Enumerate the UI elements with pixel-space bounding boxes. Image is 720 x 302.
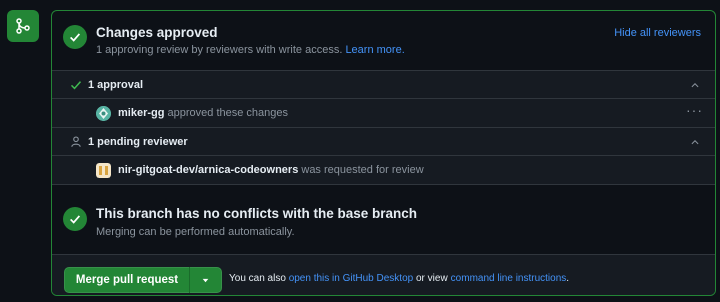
conflicts-section: This branch has no conflicts with the ba… [52, 185, 715, 255]
approvals-toggle[interactable]: 1 approval [52, 71, 715, 99]
reviewer-text: miker-gg approved these changes [118, 107, 288, 119]
check-circle-icon [63, 25, 87, 49]
command-line-instructions-link[interactable]: command line instructions [451, 273, 567, 284]
hide-all-reviewers-link[interactable]: Hide all reviewers [614, 27, 701, 39]
avatar [96, 163, 111, 178]
pending-reviewer-row: nir-gitgoat-dev/arnica-codeowners was re… [52, 156, 715, 185]
reviewer-status: approved these changes [167, 107, 289, 119]
pending-label: 1 pending reviewer [88, 136, 188, 148]
footer-text-suffix: . [566, 273, 570, 284]
approvals-label: 1 approval [88, 79, 144, 91]
pending-reviewer-status: was requested for review [301, 164, 424, 176]
pending-reviewer-name[interactable]: nir-gitgoat-dev/arnica-codeowners [118, 164, 298, 176]
merge-box: Changes approved 1 approving review by r… [51, 10, 716, 296]
chevron-up-icon [691, 83, 699, 88]
check-circle-icon [63, 207, 87, 231]
conflicts-subtitle: Merging can be performed automatically. [96, 226, 295, 238]
approval-header: Changes approved 1 approving review by r… [52, 11, 715, 71]
footer-text-middle: or view [415, 273, 448, 284]
reviewer-username[interactable]: miker-gg [118, 107, 164, 119]
merge-options-dropdown[interactable] [190, 276, 221, 285]
git-merge-icon [7, 10, 39, 42]
footer-text-prefix: You can also [229, 273, 286, 284]
learn-more-link[interactable]: Learn more. [345, 44, 404, 56]
merge-button-group: Merge pull request [64, 267, 222, 293]
reviewer-row: miker-gg approved these changes ··· [52, 99, 715, 128]
triangle-down-icon [202, 278, 209, 282]
check-icon [70, 81, 82, 90]
conflicts-title: This branch has no conflicts with the ba… [96, 206, 418, 221]
person-icon [71, 136, 81, 147]
pending-toggle[interactable]: 1 pending reviewer [52, 128, 715, 156]
merge-pull-request-button[interactable]: Merge pull request [65, 274, 189, 286]
merge-footer: Merge pull request You can also open thi… [52, 255, 715, 295]
pending-reviewer-text: nir-gitgoat-dev/arnica-codeowners was re… [118, 164, 424, 176]
approval-subtitle-text: 1 approving review by reviewers with wri… [96, 44, 343, 56]
chevron-up-icon [691, 140, 699, 145]
kebab-horizontal-icon[interactable]: ··· [686, 102, 703, 118]
avatar [96, 106, 111, 121]
github-desktop-link[interactable]: open this in GitHub Desktop [289, 273, 414, 284]
footer-hint: You can also open this in GitHub Desktop… [229, 273, 569, 284]
approval-title: Changes approved [96, 25, 218, 40]
approval-subtitle: 1 approving review by reviewers with wri… [96, 44, 405, 56]
